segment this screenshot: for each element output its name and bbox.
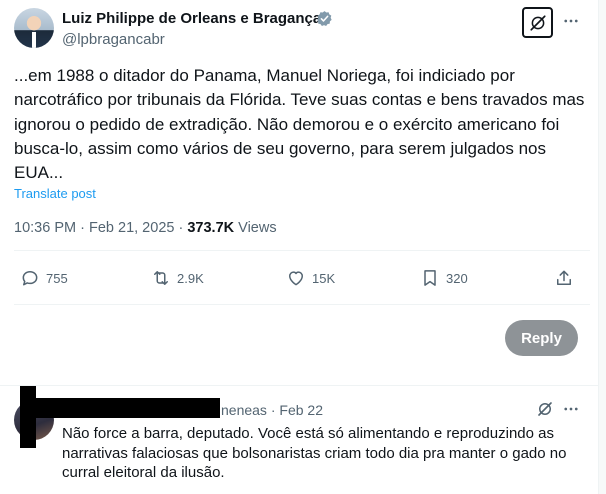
repost-icon <box>154 271 168 285</box>
bookmark-count: 320 <box>446 270 468 286</box>
more-icon <box>564 19 578 23</box>
divider <box>14 250 590 251</box>
post-text: ...em 1988 o ditador do Panama, Manuel N… <box>14 66 585 183</box>
share-icon <box>557 270 571 285</box>
grok-icon <box>529 14 546 31</box>
scrollbar[interactable] <box>598 0 606 494</box>
post-date[interactable]: Feb 21, 2025 <box>89 220 174 236</box>
reply-meta-separator: · <box>270 402 276 418</box>
reply-count: 755 <box>46 270 68 286</box>
repost-action[interactable]: 2.9K <box>151 262 204 294</box>
more-button[interactable] <box>560 10 582 32</box>
reply-text: Não force a barra, deputado. Você está s… <box>62 425 567 481</box>
reply-author-line: neneas · Feb 22 <box>221 402 323 418</box>
bookmark-icon <box>424 270 436 286</box>
author-handle[interactable]: @lpbragancabr <box>62 31 165 48</box>
verified-badge-icon <box>317 11 332 27</box>
bookmark-action[interactable]: 320 <box>420 262 468 294</box>
views-count: 373.7K <box>187 220 235 236</box>
post-time[interactable]: 10:36 PM <box>14 220 76 236</box>
repost-count: 2.9K <box>177 270 204 286</box>
grok-button[interactable] <box>522 7 553 38</box>
meta-separator: · <box>80 220 85 236</box>
views-label: Views <box>238 220 277 236</box>
reply-icon <box>22 271 38 286</box>
meta-separator: · <box>178 220 184 236</box>
translate-post-link[interactable]: Translate post <box>14 186 96 201</box>
redaction-bar <box>20 398 220 418</box>
reply-author-name[interactable]: neneas <box>221 402 267 418</box>
heart-icon <box>289 271 303 286</box>
grok-icon[interactable] <box>536 400 554 418</box>
reply-date[interactable]: Feb 22 <box>279 402 323 418</box>
post-detail: Luiz Philippe de Orleans e Bragança @lpb… <box>0 0 598 494</box>
post-meta: 10:36 PM · Feb 21, 2025 · 373.7K Views <box>14 220 277 236</box>
action-bar: 755 2.9K 15K 320 <box>14 262 586 294</box>
author-avatar[interactable] <box>14 8 54 48</box>
reply-submit-button[interactable]: Reply <box>505 320 578 356</box>
like-count: 15K <box>312 270 336 286</box>
reply-action[interactable]: 755 <box>20 262 68 294</box>
reply-more-button[interactable] <box>560 398 582 420</box>
like-action[interactable]: 15K <box>286 262 335 294</box>
divider <box>14 304 590 305</box>
author-name[interactable]: Luiz Philippe de Orleans e Bragança <box>62 10 321 27</box>
divider <box>0 385 598 386</box>
more-icon <box>564 407 578 411</box>
share-action[interactable] <box>554 262 574 294</box>
